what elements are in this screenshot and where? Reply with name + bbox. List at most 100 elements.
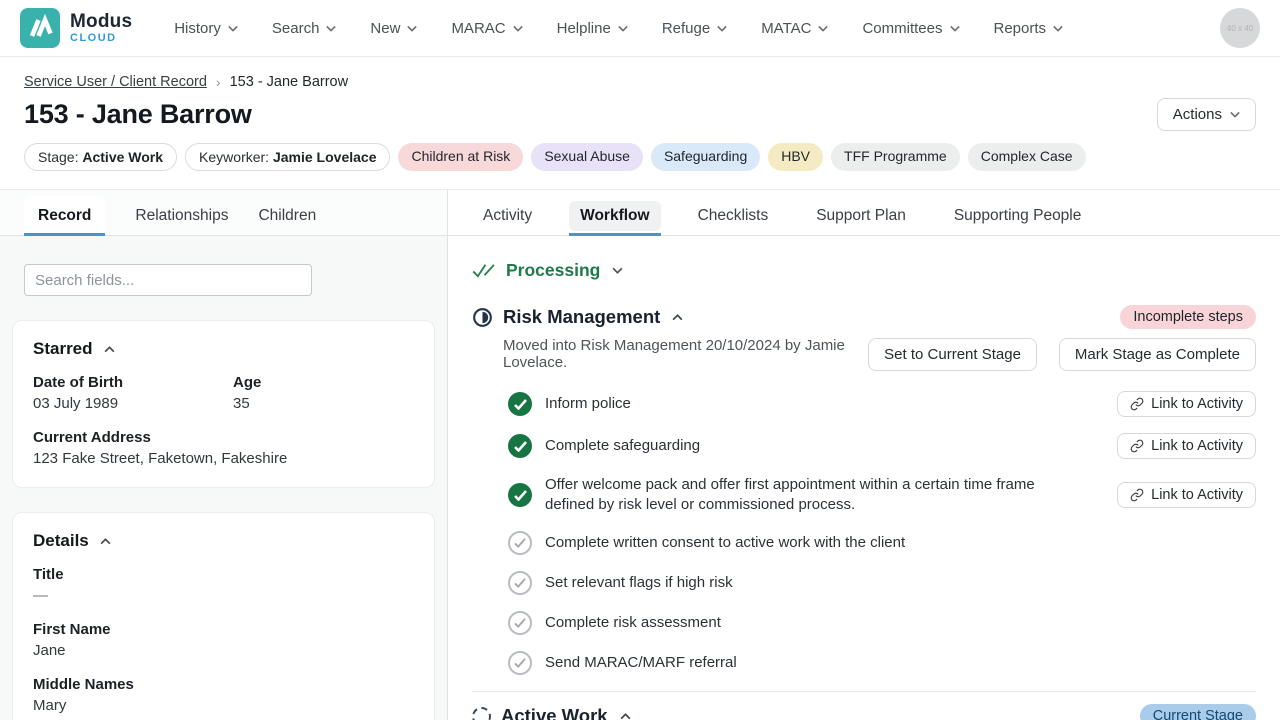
tab-label: Activity	[472, 201, 543, 231]
flag-tag-tff-programme: TFF Programme	[831, 143, 960, 171]
menu-item-reports[interactable]: Reports	[994, 20, 1064, 37]
chevron-down-icon	[513, 25, 523, 32]
starred-grid: Date of Birth 03 July 1989 Age 35	[33, 374, 414, 429]
step-checked-icon[interactable]	[508, 392, 532, 416]
stage-action-buttons: Set to Current Stage Mark Stage as Compl…	[868, 338, 1256, 371]
menu-label: New	[370, 20, 400, 37]
field-value: 123 Fake Street, Faketown, Fakeshire	[33, 450, 414, 467]
field-date-of-birth: Date of Birth 03 July 1989	[33, 374, 233, 412]
step-unchecked-icon[interactable]	[508, 651, 532, 675]
menu-item-helpline[interactable]: Helpline	[557, 20, 628, 37]
tab-activity[interactable]: Activity	[472, 196, 543, 235]
stage-name: Risk Management	[503, 306, 660, 328]
menu-item-matac[interactable]: MATAC	[761, 20, 828, 37]
workflow-content: Processing Risk Management Incomplete st…	[448, 236, 1280, 720]
step-unchecked-icon[interactable]	[508, 531, 532, 555]
mark-stage-as-complete-button[interactable]: Mark Stage as Complete	[1059, 338, 1256, 371]
tab-label: Checklists	[687, 201, 780, 231]
top-navigation-bar: Modus CLOUD History Search New MARAC Hel…	[0, 0, 1280, 57]
step-offer-welcome-pack: Offer welcome pack and offer first appoi…	[508, 475, 1256, 515]
page-title: 153 - Jane Barrow	[24, 99, 252, 130]
chevron-down-icon	[950, 25, 960, 32]
brand-name: Modus	[70, 12, 132, 31]
breadcrumb-parent-link[interactable]: Service User / Client Record	[24, 74, 207, 90]
step-complete-safeguarding: Complete safeguarding Link to Activity	[508, 433, 1256, 459]
tab-checklists[interactable]: Checklists	[687, 196, 780, 235]
starred-card-header[interactable]: Starred	[33, 339, 414, 359]
keyworker-pill-label: Keyworker:	[199, 149, 269, 165]
search-fields-input[interactable]	[24, 264, 312, 296]
tab-label: Workflow	[569, 201, 660, 231]
tab-workflow[interactable]: Workflow	[569, 196, 660, 235]
field-label: Title	[33, 566, 414, 583]
link-to-activity-button[interactable]: Link to Activity	[1117, 433, 1256, 459]
menu-item-new[interactable]: New	[370, 20, 417, 37]
field-title: Title —	[33, 566, 414, 604]
stage-name: Active Work	[501, 705, 608, 720]
tab-label: Support Plan	[805, 201, 917, 231]
field-age: Age 35	[233, 374, 414, 427]
main-menu: History Search New MARAC Helpline Refuge…	[174, 20, 1063, 37]
field-value: Jane	[33, 642, 414, 659]
field-middle-names: Middle Names Mary	[33, 676, 414, 714]
workflow-group-processing[interactable]: Processing	[472, 260, 1256, 281]
stage-steps-list: Inform police Link to Activity Complete …	[508, 391, 1256, 675]
chevron-down-icon	[612, 267, 623, 274]
flag-tag-hbv: HBV	[768, 143, 823, 171]
workflow-group-label: Processing	[506, 260, 600, 281]
link-button-label: Link to Activity	[1151, 487, 1243, 503]
tab-relationships[interactable]: Relationships	[135, 196, 228, 235]
field-label: Current Address	[33, 429, 414, 446]
chevron-up-icon[interactable]	[672, 314, 683, 321]
step-unchecked-icon[interactable]	[508, 611, 532, 635]
left-tabstrip: Record Relationships Children	[0, 190, 447, 236]
field-value: Mary	[33, 697, 414, 714]
step-checked-icon[interactable]	[508, 483, 532, 507]
link-button-label: Link to Activity	[1151, 396, 1243, 412]
status-badge-incomplete-steps: Incomplete steps	[1120, 305, 1256, 329]
right-tabstrip: Activity Workflow Checklists Support Pla…	[448, 190, 1280, 236]
field-label: Age	[233, 374, 414, 391]
tab-supporting-people[interactable]: Supporting People	[943, 196, 1093, 235]
chevron-up-icon	[104, 346, 115, 353]
breadcrumb-separator: ›	[216, 74, 221, 90]
chevron-up-icon[interactable]	[620, 713, 631, 720]
step-send-marac-marf-referral: Send MARAC/MARF referral	[508, 651, 1256, 675]
chevron-down-icon	[326, 25, 336, 32]
field-current-address: Current Address 123 Fake Street, Faketow…	[33, 429, 414, 467]
user-avatar[interactable]: 40 x 40	[1220, 8, 1260, 48]
menu-item-committees[interactable]: Committees	[862, 20, 959, 37]
actions-button[interactable]: Actions	[1157, 98, 1256, 131]
menu-item-refuge[interactable]: Refuge	[662, 20, 727, 37]
menu-item-search[interactable]: Search	[272, 20, 337, 37]
chevron-down-icon	[407, 25, 417, 32]
flag-tag-children-at-risk: Children at Risk	[398, 143, 523, 171]
link-to-activity-button[interactable]: Link to Activity	[1117, 482, 1256, 508]
set-to-current-stage-button[interactable]: Set to Current Stage	[868, 338, 1037, 371]
modus-logo-icon[interactable]	[20, 8, 60, 48]
step-unchecked-icon[interactable]	[508, 571, 532, 595]
tab-record[interactable]: Record	[24, 196, 105, 235]
field-label: First Name	[33, 621, 414, 638]
field-value: —	[33, 587, 414, 604]
detail-panel: Activity Workflow Checklists Support Pla…	[448, 190, 1280, 720]
menu-label: Committees	[862, 20, 942, 37]
tab-label: Children	[258, 207, 316, 225]
flag-tag-safeguarding: Safeguarding	[651, 143, 760, 171]
field-first-name: First Name Jane	[33, 621, 414, 659]
step-checked-icon[interactable]	[508, 434, 532, 458]
tab-children[interactable]: Children	[258, 196, 316, 235]
menu-label: MATAC	[761, 20, 811, 37]
details-card-header[interactable]: Details	[33, 531, 414, 551]
tab-label: Relationships	[135, 207, 228, 225]
field-label: Date of Birth	[33, 374, 233, 391]
link-to-activity-button[interactable]: Link to Activity	[1117, 391, 1256, 417]
keyworker-pill-value: Jamie Lovelace	[273, 149, 377, 165]
menu-item-history[interactable]: History	[174, 20, 238, 37]
details-card-title: Details	[33, 531, 89, 551]
stage-header-active-work: Active Work Current Stage	[472, 704, 1256, 720]
chevron-down-icon	[818, 25, 828, 32]
menu-item-marac[interactable]: MARAC	[451, 20, 522, 37]
menu-label: MARAC	[451, 20, 505, 37]
tab-support-plan[interactable]: Support Plan	[805, 196, 917, 235]
